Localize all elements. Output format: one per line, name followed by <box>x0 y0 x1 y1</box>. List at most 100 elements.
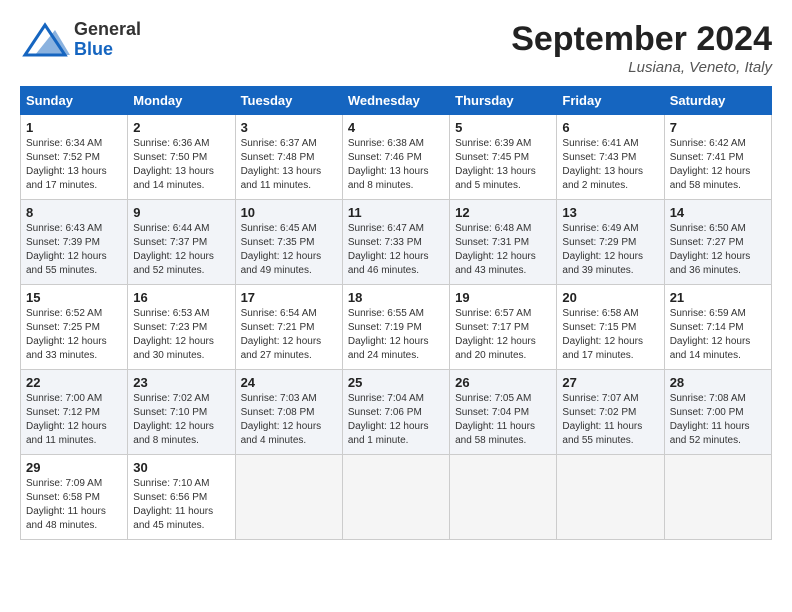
day-number: 1 <box>26 120 122 135</box>
cell-content: Sunrise: 7:03 AMSunset: 7:08 PMDaylight:… <box>241 392 337 448</box>
table-row <box>235 455 342 540</box>
table-row: 14 Sunrise: 6:50 AMSunset: 7:27 PMDayligh… <box>664 200 771 285</box>
cell-content: Sunrise: 6:59 AMSunset: 7:14 PMDaylight:… <box>670 307 766 363</box>
col-thursday: Thursday <box>450 87 557 115</box>
cell-content: Sunrise: 6:57 AMSunset: 7:17 PMDaylight:… <box>455 307 551 363</box>
table-row: 19 Sunrise: 6:57 AMSunset: 7:17 PMDayligh… <box>450 285 557 370</box>
cell-content: Sunrise: 7:10 AMSunset: 6:56 PMDaylight:… <box>133 477 229 533</box>
cell-content: Sunrise: 7:05 AMSunset: 7:04 PMDaylight:… <box>455 392 551 448</box>
calendar-week-row: 29 Sunrise: 7:09 AMSunset: 6:58 PMDayligh… <box>21 455 772 540</box>
calendar-week-row: 15 Sunrise: 6:52 AMSunset: 7:25 PMDayligh… <box>21 285 772 370</box>
cell-content: Sunrise: 6:38 AMSunset: 7:46 PMDaylight:… <box>348 137 444 193</box>
cell-content: Sunrise: 7:09 AMSunset: 6:58 PMDaylight:… <box>26 477 122 533</box>
cell-content: Sunrise: 6:50 AMSunset: 7:27 PMDaylight:… <box>670 222 766 278</box>
logo-icon <box>20 20 70 60</box>
day-number: 24 <box>241 375 337 390</box>
table-row: 8Sunrise: 6:43 AMSunset: 7:39 PMDaylight… <box>21 200 128 285</box>
col-monday: Monday <box>128 87 235 115</box>
day-number: 25 <box>348 375 444 390</box>
cell-content: Sunrise: 7:02 AMSunset: 7:10 PMDaylight:… <box>133 392 229 448</box>
table-row <box>557 455 664 540</box>
day-number: 20 <box>562 290 658 305</box>
cell-content: Sunrise: 6:43 AMSunset: 7:39 PMDaylight:… <box>26 222 122 278</box>
calendar-week-row: 22Sunrise: 7:00 AMSunset: 7:12 PMDayligh… <box>21 370 772 455</box>
day-number: 14 <box>670 205 766 220</box>
cell-content: Sunrise: 6:48 AMSunset: 7:31 PMDaylight:… <box>455 222 551 278</box>
table-row: 16 Sunrise: 6:53 AMSunset: 7:23 PMDayligh… <box>128 285 235 370</box>
day-number: 26 <box>455 375 551 390</box>
table-row <box>450 455 557 540</box>
day-number: 7 <box>670 120 766 135</box>
cell-content: Sunrise: 6:47 AMSunset: 7:33 PMDaylight:… <box>348 222 444 278</box>
table-row: 7Sunrise: 6:42 AMSunset: 7:41 PMDaylight… <box>664 115 771 200</box>
day-number: 21 <box>670 290 766 305</box>
table-row: 10Sunrise: 6:45 AMSunset: 7:35 PMDayligh… <box>235 200 342 285</box>
day-number: 2 <box>133 120 229 135</box>
table-row: 13Sunrise: 6:49 AMSunset: 7:29 PMDayligh… <box>557 200 664 285</box>
table-row <box>664 455 771 540</box>
cell-content: Sunrise: 7:00 AMSunset: 7:12 PMDaylight:… <box>26 392 122 448</box>
col-saturday: Saturday <box>664 87 771 115</box>
day-number: 19 <box>455 290 551 305</box>
title-area: September 2024 Lusiana, Veneto, Italy <box>511 20 772 76</box>
cell-content: Sunrise: 6:34 AMSunset: 7:52 PMDaylight:… <box>26 137 122 193</box>
table-row: 1 Sunrise: 6:34 AMSunset: 7:52 PMDaylight… <box>21 115 128 200</box>
table-row: 5 Sunrise: 6:39 AMSunset: 7:45 PMDaylight… <box>450 115 557 200</box>
month-title: September 2024 <box>511 20 772 59</box>
calendar-table: Sunday Monday Tuesday Wednesday Thursday… <box>20 86 772 540</box>
day-number: 17 <box>241 290 337 305</box>
table-row: 15 Sunrise: 6:52 AMSunset: 7:25 PMDayligh… <box>21 285 128 370</box>
cell-content: Sunrise: 7:08 AMSunset: 7:00 PMDaylight:… <box>670 392 766 448</box>
table-row: 23Sunrise: 7:02 AMSunset: 7:10 PMDayligh… <box>128 370 235 455</box>
day-number: 11 <box>348 205 444 220</box>
logo-blue: Blue <box>74 40 141 60</box>
table-row: 28Sunrise: 7:08 AMSunset: 7:00 PMDayligh… <box>664 370 771 455</box>
cell-content: Sunrise: 6:39 AMSunset: 7:45 PMDaylight:… <box>455 137 551 193</box>
table-row: 3 Sunrise: 6:37 AMSunset: 7:48 PMDaylight… <box>235 115 342 200</box>
day-number: 16 <box>133 290 229 305</box>
calendar-week-row: 1 Sunrise: 6:34 AMSunset: 7:52 PMDaylight… <box>21 115 772 200</box>
logo-text: General Blue <box>74 20 141 60</box>
table-row: 30 Sunrise: 7:10 AMSunset: 6:56 PMDayligh… <box>128 455 235 540</box>
day-number: 18 <box>348 290 444 305</box>
table-row: 26 Sunrise: 7:05 AMSunset: 7:04 PMDayligh… <box>450 370 557 455</box>
day-number: 15 <box>26 290 122 305</box>
logo-general: General <box>74 20 141 40</box>
day-number: 9 <box>133 205 229 220</box>
cell-content: Sunrise: 7:04 AMSunset: 7:06 PMDaylight:… <box>348 392 444 448</box>
cell-content: Sunrise: 6:37 AMSunset: 7:48 PMDaylight:… <box>241 137 337 193</box>
cell-content: Sunrise: 6:36 AMSunset: 7:50 PMDaylight:… <box>133 137 229 193</box>
col-friday: Friday <box>557 87 664 115</box>
col-sunday: Sunday <box>21 87 128 115</box>
day-number: 27 <box>562 375 658 390</box>
day-number: 29 <box>26 460 122 475</box>
cell-content: Sunrise: 6:41 AMSunset: 7:43 PMDaylight:… <box>562 137 658 193</box>
cell-content: Sunrise: 6:53 AMSunset: 7:23 PMDaylight:… <box>133 307 229 363</box>
calendar-week-row: 8Sunrise: 6:43 AMSunset: 7:39 PMDaylight… <box>21 200 772 285</box>
day-number: 30 <box>133 460 229 475</box>
table-row: 4Sunrise: 6:38 AMSunset: 7:46 PMDaylight… <box>342 115 449 200</box>
table-row: 29 Sunrise: 7:09 AMSunset: 6:58 PMDayligh… <box>21 455 128 540</box>
day-number: 13 <box>562 205 658 220</box>
cell-content: Sunrise: 6:44 AMSunset: 7:37 PMDaylight:… <box>133 222 229 278</box>
table-row <box>342 455 449 540</box>
table-row: 9 Sunrise: 6:44 AMSunset: 7:37 PMDaylight… <box>128 200 235 285</box>
logo: General Blue <box>20 20 141 60</box>
table-row: 25 Sunrise: 7:04 AMSunset: 7:06 PMDayligh… <box>342 370 449 455</box>
table-row: 17Sunrise: 6:54 AMSunset: 7:21 PMDayligh… <box>235 285 342 370</box>
day-number: 12 <box>455 205 551 220</box>
day-number: 3 <box>241 120 337 135</box>
table-row: 24 Sunrise: 7:03 AMSunset: 7:08 PMDayligh… <box>235 370 342 455</box>
cell-content: Sunrise: 6:52 AMSunset: 7:25 PMDaylight:… <box>26 307 122 363</box>
day-number: 10 <box>241 205 337 220</box>
day-number: 6 <box>562 120 658 135</box>
col-wednesday: Wednesday <box>342 87 449 115</box>
day-number: 5 <box>455 120 551 135</box>
table-row: 12 Sunrise: 6:48 AMSunset: 7:31 PMDayligh… <box>450 200 557 285</box>
cell-content: Sunrise: 6:58 AMSunset: 7:15 PMDaylight:… <box>562 307 658 363</box>
table-row: 21 Sunrise: 6:59 AMSunset: 7:14 PMDayligh… <box>664 285 771 370</box>
table-row: 20 Sunrise: 6:58 AMSunset: 7:15 PMDayligh… <box>557 285 664 370</box>
page-header: General Blue September 2024 Lusiana, Ven… <box>20 20 772 76</box>
table-row: 6 Sunrise: 6:41 AMSunset: 7:43 PMDaylight… <box>557 115 664 200</box>
location: Lusiana, Veneto, Italy <box>511 59 772 76</box>
